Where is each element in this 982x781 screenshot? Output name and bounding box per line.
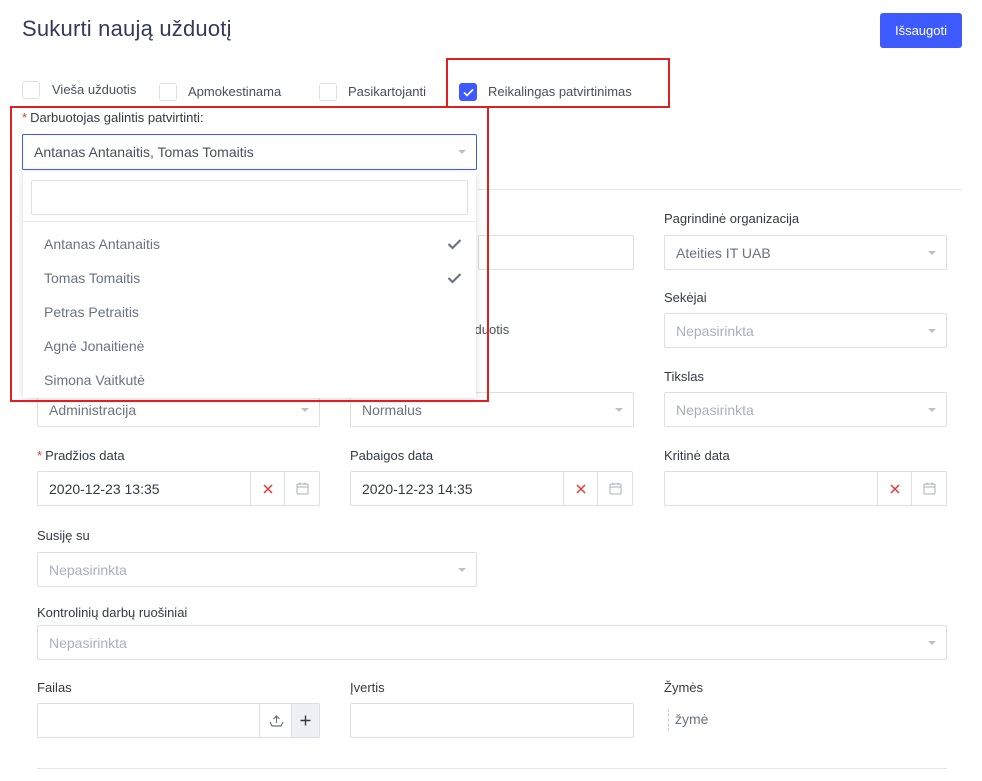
control-works-placeholder: Nepasirinkta — [49, 634, 127, 651]
goal-select[interactable]: Nepasirinkta — [664, 392, 947, 427]
recurring-checkbox[interactable] — [319, 83, 337, 101]
goal-label: Tikslas — [664, 369, 704, 384]
file-label: Failas — [37, 680, 72, 695]
critical-date-label: Kritinė data — [664, 448, 730, 463]
start-date-value: 2020-12-23 13:35 — [49, 480, 160, 497]
main-org-select[interactable]: Ateities IT UAB — [664, 235, 947, 270]
plus-icon — [300, 715, 311, 726]
chevron-down-icon — [928, 407, 936, 412]
tags-cursor — [668, 709, 670, 731]
chevron-down-icon — [615, 407, 623, 412]
add-file-button[interactable] — [291, 704, 319, 737]
followers-placeholder: Nepasirinkta — [676, 322, 754, 339]
clear-icon[interactable] — [563, 472, 598, 505]
highlight-box-approval — [446, 58, 670, 108]
tags-input[interactable]: žymė — [675, 711, 708, 727]
start-date-input[interactable]: 2020-12-23 13:35 — [37, 471, 320, 506]
calendar-icon[interactable] — [284, 472, 319, 505]
chevron-down-icon — [301, 407, 309, 412]
calendar-icon[interactable] — [911, 472, 946, 505]
followers-select[interactable]: Nepasirinkta — [664, 313, 947, 348]
tags-label: Žymės — [664, 680, 703, 695]
hidden-field-behind-dropdown[interactable] — [478, 235, 634, 270]
goal-placeholder: Nepasirinkta — [676, 401, 754, 418]
critical-date-input[interactable] — [664, 471, 947, 506]
upload-icon[interactable] — [259, 704, 292, 737]
bottom-divider — [37, 768, 947, 769]
chevron-down-icon — [928, 250, 936, 255]
main-org-label: Pagrindinė organizacija — [664, 211, 800, 226]
billable-checkbox[interactable] — [159, 83, 177, 101]
end-date-input[interactable]: 2020-12-23 14:35 — [350, 471, 633, 506]
clear-icon[interactable] — [250, 472, 285, 505]
related-label: Susiję su — [37, 528, 90, 543]
followers-label: Sekėjai — [664, 290, 707, 305]
chevron-down-icon — [928, 640, 936, 645]
priority-value: Normalus — [362, 401, 422, 418]
estimate-label: Įvertis — [350, 680, 385, 695]
category-value: Administracija — [49, 401, 137, 418]
public-task-checkbox[interactable] — [22, 81, 40, 99]
file-input[interactable] — [37, 703, 320, 738]
billable-label: Apmokestinama — [188, 84, 282, 99]
start-date-label: * Pradžios data — [37, 448, 125, 463]
related-placeholder: Nepasirinkta — [49, 561, 127, 578]
save-button[interactable]: Išsaugoti — [880, 13, 962, 48]
control-works-select[interactable]: Nepasirinkta — [37, 625, 947, 660]
estimate-input[interactable] — [350, 703, 634, 738]
end-date-label: Pabaigos data — [350, 448, 434, 463]
public-task-label: Vieša užduotis — [52, 82, 137, 97]
end-date-value: 2020-12-23 14:35 — [362, 480, 473, 497]
related-select[interactable]: Nepasirinkta — [37, 552, 477, 587]
highlight-box-approver — [10, 106, 489, 402]
calendar-icon[interactable] — [597, 472, 632, 505]
clear-icon[interactable] — [877, 472, 912, 505]
main-org-value: Ateities IT UAB — [676, 244, 771, 261]
section-divider — [478, 189, 962, 190]
recurring-label: Pasikartojanti — [348, 84, 427, 99]
chevron-down-icon — [928, 328, 936, 333]
page-title: Sukurti naują užduotį — [22, 16, 232, 41]
chevron-down-icon — [458, 567, 466, 572]
control-works-label: Kontrolinių darbų ruošiniai — [37, 605, 188, 620]
